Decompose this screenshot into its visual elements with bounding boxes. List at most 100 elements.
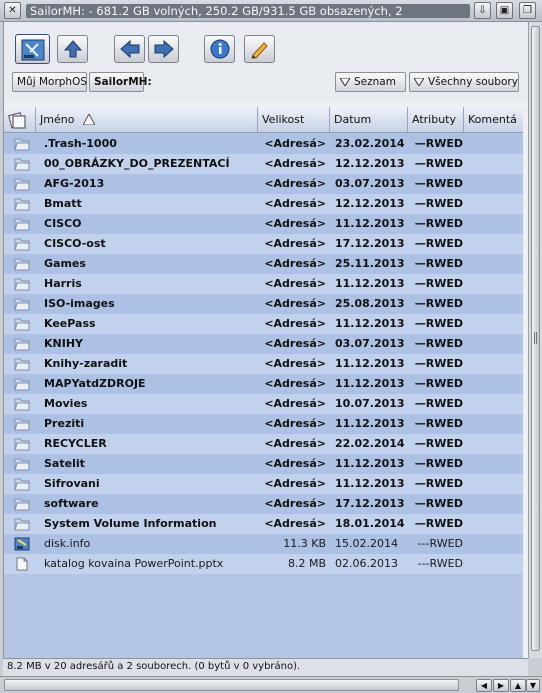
column-header-name[interactable]: Jméno — [36, 107, 258, 133]
table-row[interactable]: Satelit <Adresá> 11.12.2013 —RWED — [4, 454, 523, 474]
table-row[interactable]: software <Adresá> 17.12.2013 —RWED — [4, 494, 523, 514]
row-comment — [466, 134, 523, 154]
window-title: SailorMH: - 681.2 GB volných, 250.2 GB/9… — [26, 4, 470, 18]
path-button-my-morphos[interactable]: Můj MorphOS — [12, 72, 87, 92]
row-attributes: —RWED — [414, 257, 463, 270]
table-row[interactable]: Preziti <Adresá> 11.12.2013 —RWED — [4, 414, 523, 434]
row-comment — [466, 474, 523, 494]
arrow-down-icon: ▼ — [529, 681, 537, 690]
row-date: 11.12.2013 — [335, 377, 405, 390]
scroll-right-button[interactable]: ▶ — [493, 679, 509, 692]
table-row[interactable]: CISCO <Adresá> 11.12.2013 —RWED — [4, 214, 523, 234]
row-date: 03.07.2013 — [335, 337, 405, 350]
folder-icon — [14, 318, 30, 331]
folder-icon — [14, 218, 30, 231]
row-name: CISCO — [44, 217, 82, 230]
row-date: 11.12.2013 — [335, 277, 405, 290]
zoom-button[interactable]: ▣ — [496, 2, 513, 19]
column-header-attributes[interactable]: Atributy — [408, 107, 464, 133]
row-attributes: —RWED — [414, 517, 463, 530]
grip-icon — [534, 332, 537, 344]
table-row[interactable]: Harris <Adresá> 11.12.2013 —RWED — [4, 274, 523, 294]
row-name: Sifrovani — [44, 477, 100, 490]
iconify-icon: ⇩ — [478, 5, 487, 16]
disk-root-button[interactable] — [15, 34, 50, 64]
file-filter-dropdown[interactable]: Všechny soubory — [409, 72, 519, 92]
row-comment — [466, 274, 523, 294]
row-comment — [466, 194, 523, 214]
row-attributes: —RWED — [414, 217, 463, 230]
row-attributes: —RWED — [414, 357, 463, 370]
scroll-up-button[interactable]: ▲ — [510, 679, 526, 692]
row-size: <Adresá> — [264, 517, 326, 530]
info-button[interactable] — [204, 35, 235, 63]
row-date: 18.01.2014 — [335, 517, 405, 530]
iconify-button[interactable]: ⇩ — [474, 2, 491, 19]
table-row[interactable]: AFG-2013 <Adresá> 03.07.2013 —RWED — [4, 174, 523, 194]
folder-icon — [14, 458, 30, 471]
depth-button[interactable]: ❐ — [519, 2, 536, 19]
table-row[interactable]: Movies <Adresá> 10.07.2013 —RWED — [4, 394, 523, 414]
table-row[interactable]: MAPYatdZDROJE <Adresá> 11.12.2013 —RWED — [4, 374, 523, 394]
folder-icon — [14, 158, 30, 171]
column-header-date[interactable]: Datum — [330, 107, 408, 133]
path-button-sailormh[interactable]: SailorMH: — [89, 72, 152, 92]
table-row[interactable]: Sifrovani <Adresá> 11.12.2013 —RWED — [4, 474, 523, 494]
row-date: 22.02.2014 — [335, 437, 405, 450]
table-row[interactable]: KNIHY <Adresá> 03.07.2013 —RWED — [4, 334, 523, 354]
table-row[interactable]: KeePass <Adresá> 11.12.2013 —RWED — [4, 314, 523, 334]
row-attributes: —RWED — [414, 197, 463, 210]
folder-icon — [14, 358, 30, 371]
column-header-icon[interactable] — [4, 107, 36, 133]
back-button[interactable] — [114, 35, 145, 63]
horizontal-scrollbar[interactable] — [4, 679, 459, 691]
status-bar: 8.2 MB v 20 adresářů a 2 souborech. (0 b… — [3, 658, 528, 676]
row-size: <Adresá> — [264, 177, 326, 190]
view-mode-dropdown[interactable]: Seznam — [335, 72, 406, 92]
table-row[interactable]: Games <Adresá> 25.11.2013 —RWED — [4, 254, 523, 274]
file-filter-label: Všechny soubory — [428, 76, 518, 88]
column-header-size[interactable]: Velikost — [258, 107, 330, 133]
row-name: RECYCLER — [44, 437, 107, 450]
row-name: KeePass — [44, 317, 96, 330]
row-comment — [466, 414, 523, 434]
row-name: Preziti — [44, 417, 85, 430]
row-attributes: —RWED — [414, 457, 463, 470]
zoom-icon: ▣ — [499, 5, 510, 16]
row-name: KNIHY — [44, 337, 83, 350]
folder-icon — [14, 378, 30, 391]
chevron-down-icon — [414, 78, 424, 86]
table-row[interactable]: disk.info 11.3 KB 15.02.2014 ---RWED — [4, 534, 523, 554]
table-row[interactable]: RECYCLER <Adresá> 22.02.2014 —RWED — [4, 434, 523, 454]
rename-button[interactable] — [244, 35, 275, 63]
close-window-button[interactable]: ✕ — [4, 2, 21, 19]
table-row[interactable]: Knihy-zaradit <Adresá> 11.12.2013 —RWED — [4, 354, 523, 374]
vertical-scrollbar[interactable] — [528, 22, 542, 658]
row-date: 11.12.2013 — [335, 357, 405, 370]
row-attributes: ---RWED — [417, 537, 463, 550]
forward-button[interactable] — [148, 35, 179, 63]
parent-directory-button[interactable] — [57, 35, 88, 63]
table-row[interactable]: CISCO-ost <Adresá> 17.12.2013 —RWED — [4, 234, 523, 254]
row-name: katalog kovaina PowerPoint.pptx — [44, 557, 224, 570]
table-row[interactable]: System Volume Information <Adresá> 18.01.2… — [4, 514, 523, 534]
table-row[interactable]: 00_OBRÁZKY_DO_PREZENTACÍ <Adresá> 12.12.20… — [4, 154, 523, 174]
column-header-comment[interactable]: Komentá — [464, 107, 523, 133]
row-name: Bmatt — [44, 197, 82, 210]
scroll-left-button[interactable]: ◀ — [476, 679, 492, 692]
vertical-scroll-thumb[interactable] — [531, 26, 540, 651]
row-name: .Trash-1000 — [44, 137, 117, 150]
row-comment — [466, 434, 523, 454]
row-size: <Adresá> — [264, 397, 326, 410]
table-row[interactable]: ISO-images <Adresá> 25.08.2013 —RWED — [4, 294, 523, 314]
table-row[interactable]: .Trash-1000 <Adresá> 23.02.2014 —RWED — [4, 134, 523, 154]
folder-icon — [14, 138, 30, 151]
row-date: 25.08.2013 — [335, 297, 405, 310]
scroll-down-button[interactable]: ▼ — [526, 679, 540, 692]
table-row[interactable]: katalog kovaina PowerPoint.pptx 8.2 MB 02.… — [4, 554, 523, 574]
table-row[interactable]: Bmatt <Adresá> 12.12.2013 —RWED — [4, 194, 523, 214]
row-attributes: —RWED — [414, 437, 463, 450]
row-comment — [466, 374, 523, 394]
row-size: <Adresá> — [264, 357, 326, 370]
pencil-icon — [251, 42, 268, 59]
